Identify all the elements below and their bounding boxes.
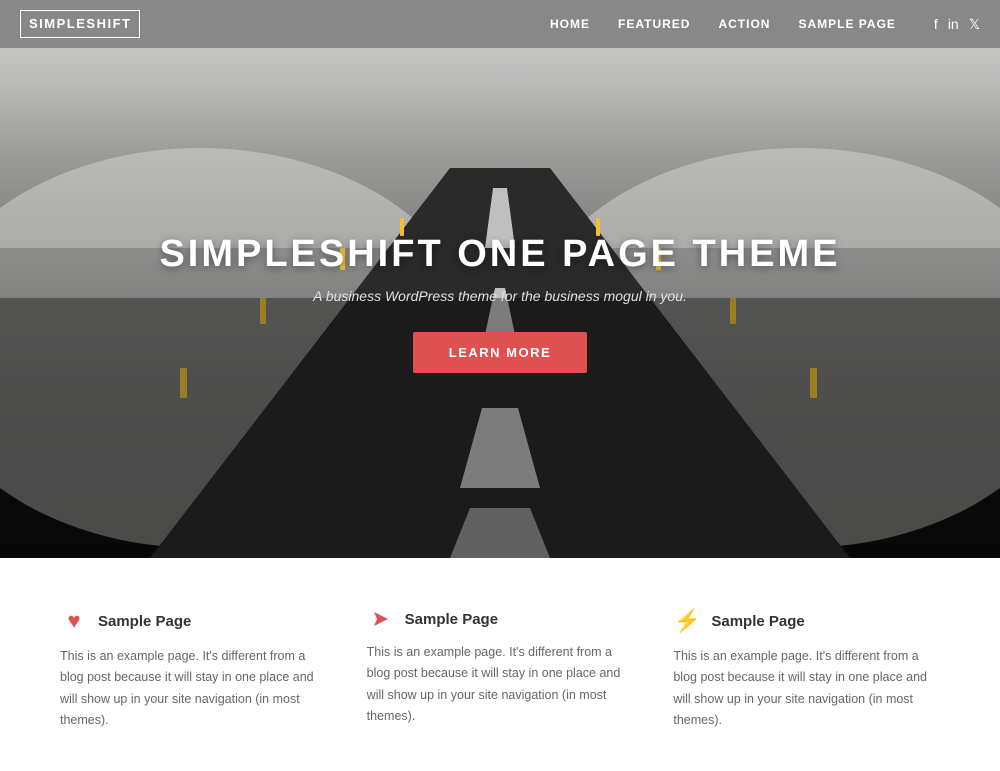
features-section: ♥ Sample Page This is an example page. I… bbox=[0, 558, 1000, 771]
feature-item-1: ♥ Sample Page This is an example page. I… bbox=[60, 608, 327, 731]
feature-text-2: This is an example page. It's different … bbox=[367, 642, 634, 727]
twitter-icon[interactable]: 𝕏 bbox=[969, 16, 980, 33]
social-links: f in 𝕏 bbox=[934, 16, 980, 33]
bolt-icon: ⚡ bbox=[673, 608, 701, 634]
logo-text: SIMPLESHIFT bbox=[29, 16, 131, 31]
arrow-icon bbox=[367, 608, 395, 630]
logo-box: SIMPLESHIFT bbox=[20, 10, 140, 38]
nav-home[interactable]: HOME bbox=[550, 17, 590, 31]
facebook-icon[interactable]: f bbox=[934, 16, 938, 32]
feature-item-3: ⚡ Sample Page This is an example page. I… bbox=[673, 608, 940, 731]
hero-content: SIMPLESHIFT ONE PAGE THEME A business Wo… bbox=[159, 233, 840, 373]
nav-featured[interactable]: FEATURED bbox=[618, 17, 690, 31]
feature-header-2: Sample Page bbox=[367, 608, 634, 630]
linkedin-icon[interactable]: in bbox=[948, 16, 959, 32]
main-nav: HOME FEATURED ACTION SAMPLE PAGE f in 𝕏 bbox=[550, 16, 980, 33]
feature-text-1: This is an example page. It's different … bbox=[60, 646, 327, 731]
feature-title-1: Sample Page bbox=[98, 613, 191, 630]
hero-title: SIMPLESHIFT ONE PAGE THEME bbox=[159, 233, 840, 276]
hero-subtitle: A business WordPress theme for the busin… bbox=[159, 288, 840, 304]
feature-header-3: ⚡ Sample Page bbox=[673, 608, 940, 634]
feature-title-3: Sample Page bbox=[711, 613, 804, 630]
hero-section: SIMPLESHIFT ONE PAGE THEME A business Wo… bbox=[0, 48, 1000, 558]
learn-more-button[interactable]: LEARN MORE bbox=[413, 332, 587, 373]
nav-sample-page[interactable]: SAMPLE PAGE bbox=[798, 17, 895, 31]
feature-header-1: ♥ Sample Page bbox=[60, 608, 327, 634]
feature-item-2: Sample Page This is an example page. It'… bbox=[367, 608, 634, 731]
heart-icon: ♥ bbox=[60, 608, 88, 634]
nav-action[interactable]: ACTION bbox=[718, 17, 770, 31]
feature-text-3: This is an example page. It's different … bbox=[673, 646, 940, 731]
site-header: SIMPLESHIFT HOME FEATURED ACTION SAMPLE … bbox=[0, 0, 1000, 48]
feature-title-2: Sample Page bbox=[405, 611, 498, 628]
